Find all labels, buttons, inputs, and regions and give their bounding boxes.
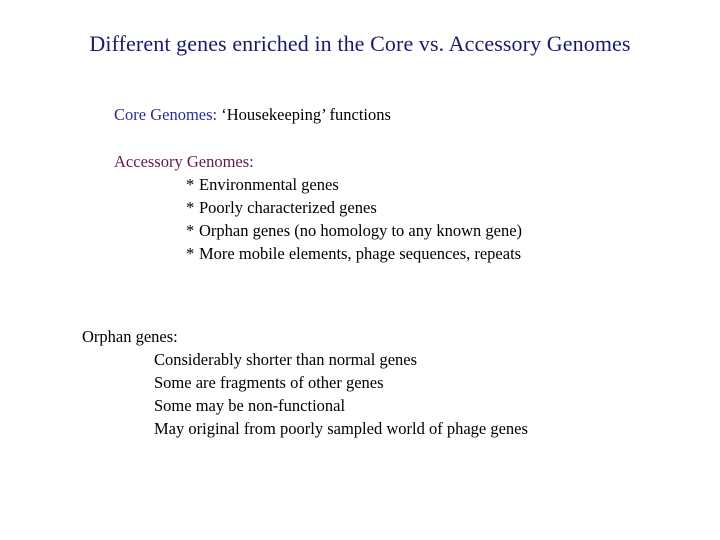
list-item-label: More mobile elements, phage sequences, r… <box>199 244 522 263</box>
list-item-label: Poorly characterized genes <box>199 198 377 217</box>
core-genomes-line: Core Genomes: ‘Housekeeping’ functions <box>114 104 391 126</box>
asterisk-bullet-icon: * <box>186 221 195 240</box>
orphan-genes-list: Considerably shorter than normal genes S… <box>82 348 528 440</box>
core-genomes-label: Core Genomes <box>114 105 213 124</box>
accessory-genomes-block: Accessory Genomes: * Environmental genes … <box>114 150 522 265</box>
list-item-label: Orphan genes (no homology to any known g… <box>199 221 523 240</box>
core-genomes-text: ‘Housekeeping’ functions <box>217 105 391 124</box>
list-item: * Environmental genes <box>186 173 522 196</box>
list-item: Some are fragments of other genes <box>154 373 384 392</box>
list-item: May original from poorly sampled world o… <box>154 419 528 438</box>
list-item: * Orphan genes (no homology to any known … <box>186 219 522 242</box>
slide-canvas: Different genes enriched in the Core vs.… <box>0 0 720 540</box>
list-item: * Poorly characterized genes <box>186 196 522 219</box>
list-item: Considerably shorter than normal genes <box>154 350 418 369</box>
list-item: Some may be non-functional <box>154 396 346 415</box>
list-item-label: Environmental genes <box>199 175 339 194</box>
asterisk-bullet-icon: * <box>186 175 195 194</box>
accessory-genomes-label: Accessory Genomes: <box>114 152 254 171</box>
orphan-genes-label: Orphan genes: <box>82 327 178 346</box>
orphan-genes-block: Orphan genes: Considerably shorter than … <box>82 325 528 440</box>
accessory-genomes-list: * Environmental genes * Poorly characteriz… <box>114 173 522 265</box>
list-item: * More mobile elements, phage sequences, … <box>186 242 522 265</box>
asterisk-bullet-icon: * <box>186 198 195 217</box>
page-title: Different genes enriched in the Core vs.… <box>89 31 631 56</box>
asterisk-bullet-icon: * <box>186 244 195 263</box>
